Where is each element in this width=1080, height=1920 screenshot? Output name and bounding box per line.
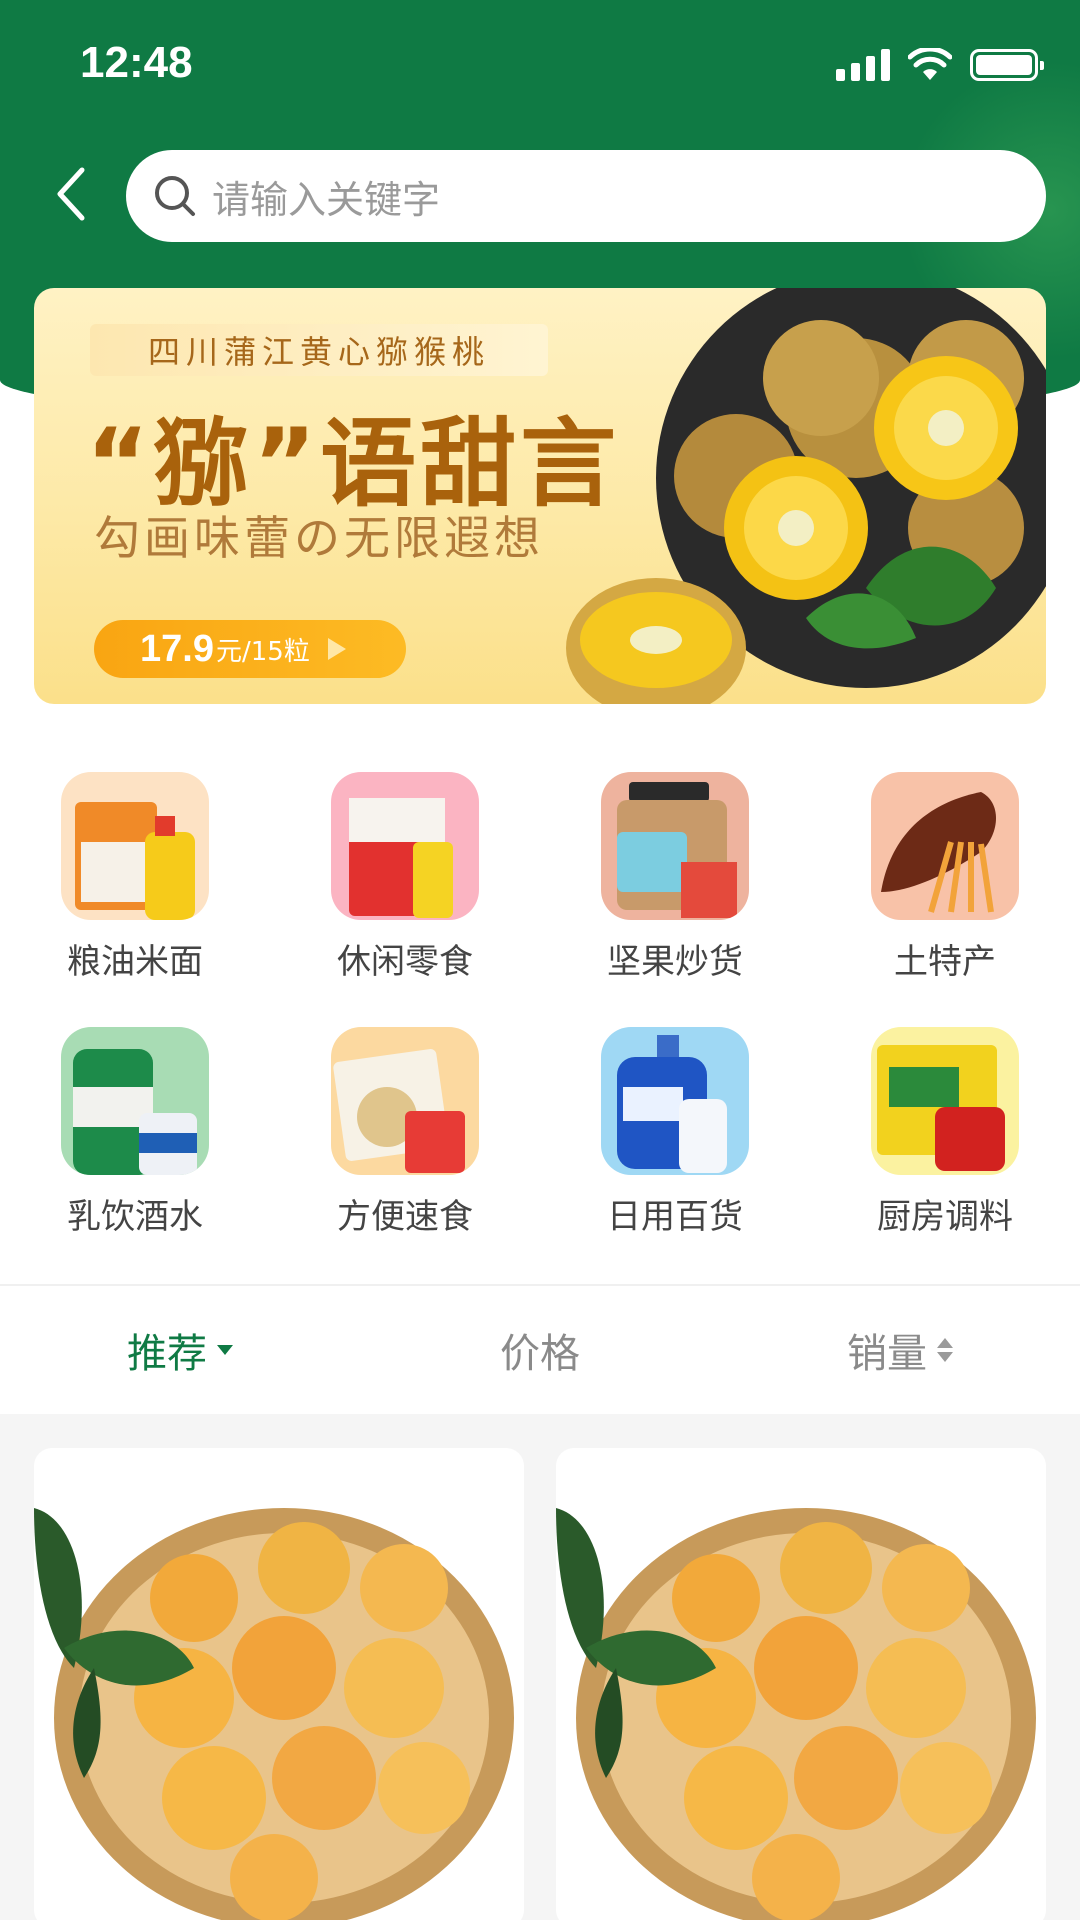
caret-down-icon <box>217 1345 233 1355</box>
search-icon <box>155 176 195 216</box>
product-list <box>0 1414 1080 1920</box>
play-icon <box>327 638 346 660</box>
search-input[interactable]: 请输入关键字 <box>126 150 1046 242</box>
category-instant-food[interactable]: 方便速食 <box>270 1027 540 1238</box>
product-image <box>34 1508 514 1920</box>
grain-oil-icon <box>61 772 209 920</box>
instant-food-icon <box>331 1027 479 1175</box>
sort-tab-recommend[interactable]: 推荐 <box>0 1321 360 1379</box>
sort-tab-price[interactable]: 价格 <box>360 1321 720 1379</box>
category-local-specialty[interactable]: 土特产 <box>810 772 1080 983</box>
local-specialty-icon <box>871 772 1019 920</box>
category-seasoning[interactable]: 厨房调料 <box>810 1027 1080 1238</box>
status-time: 12:48 <box>80 38 193 87</box>
category-snacks[interactable]: 休闲零食 <box>270 772 540 983</box>
banner-tag: 四川蒲江黄心猕猴桃 <box>90 324 548 376</box>
category-nuts[interactable]: 坚果炒货 <box>540 772 810 983</box>
daily-goods-icon <box>601 1027 749 1175</box>
category-label: 日用百货 <box>607 1197 743 1237</box>
category-label: 坚果炒货 <box>607 942 743 982</box>
chevron-left-icon <box>57 167 85 221</box>
back-button[interactable] <box>46 162 96 226</box>
category-daily-goods[interactable]: 日用百货 <box>540 1027 810 1238</box>
snacks-icon <box>331 772 479 920</box>
wifi-icon <box>908 48 952 80</box>
drinks-icon <box>61 1027 209 1175</box>
category-label: 厨房调料 <box>877 1197 1013 1237</box>
category-label: 粮油米面 <box>67 942 203 982</box>
category-label: 方便速食 <box>337 1197 473 1237</box>
battery-icon <box>970 49 1044 81</box>
product-card[interactable] <box>556 1448 1046 1920</box>
category-label: 土特产 <box>894 942 996 982</box>
sort-sales-label: 销量 <box>847 1331 927 1377</box>
product-image <box>556 1508 1036 1920</box>
signal-icon <box>836 49 890 81</box>
banner-price-button[interactable]: 17.9 元/15粒 <box>94 620 406 678</box>
banner-price-unit: 元/15粒 <box>215 636 310 667</box>
status-icons <box>836 48 1044 82</box>
category-label: 乳饮酒水 <box>67 1197 203 1237</box>
product-card[interactable] <box>34 1448 524 1920</box>
category-label: 休闲零食 <box>337 942 473 982</box>
status-bar: 12:48 <box>0 0 1080 130</box>
promo-banner[interactable]: 四川蒲江黄心猕猴桃 “猕”语甜言 勾画味蕾の无限遐想 17.9 元/15粒 <box>34 288 1046 704</box>
sort-recommend-label: 推荐 <box>127 1331 207 1377</box>
search-placeholder: 请输入关键字 <box>212 177 441 222</box>
category-grain-oil[interactable]: 粮油米面 <box>0 772 270 983</box>
seasoning-icon <box>871 1027 1019 1175</box>
sort-price-label: 价格 <box>500 1331 580 1377</box>
sort-arrows-icon <box>937 1338 953 1362</box>
sort-tab-sales[interactable]: 销量 <box>720 1321 1080 1379</box>
nuts-icon <box>601 772 749 920</box>
banner-price: 17.9 <box>140 627 214 670</box>
kiwi-fruit-image <box>566 288 1046 704</box>
sort-bar: 推荐 价格 销量 <box>0 1286 1080 1414</box>
banner-subtitle: 勾画味蕾の无限遐想 <box>94 511 544 565</box>
category-grid: 粮油米面 休闲零食 坚果炒货 土特产 乳饮酒水 方便速食 日用百货 厨房调料 <box>0 772 1080 1238</box>
category-drinks[interactable]: 乳饮酒水 <box>0 1027 270 1238</box>
